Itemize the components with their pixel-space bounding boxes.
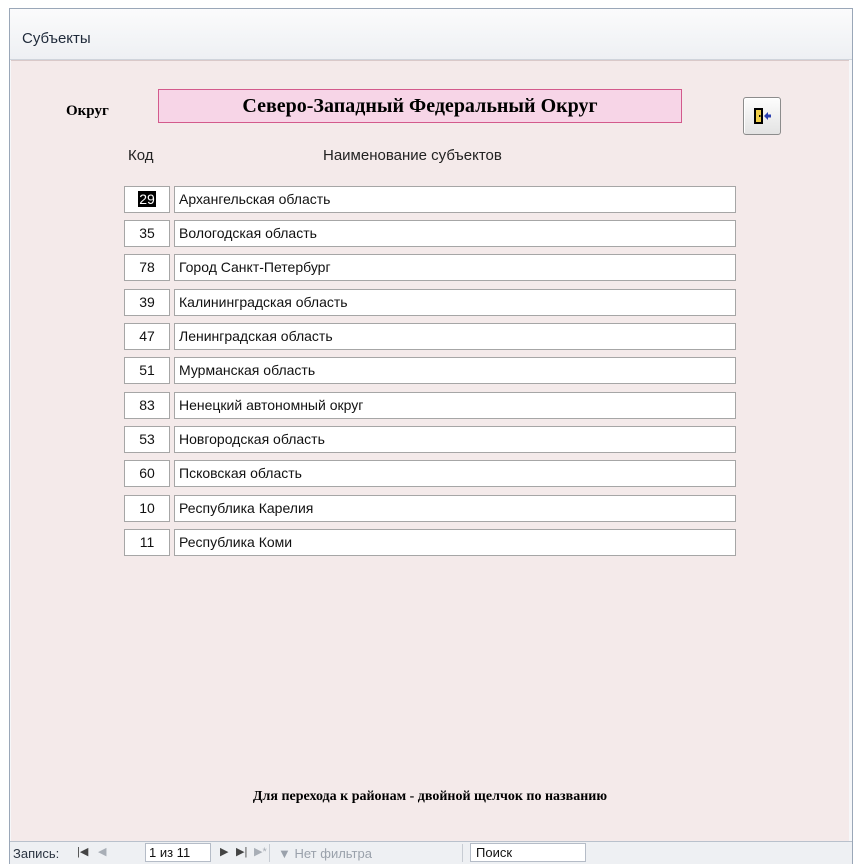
subject-name-field[interactable]: Республика Карелия xyxy=(174,495,736,522)
subject-name-field[interactable]: Псковская область xyxy=(174,460,736,487)
filter-icon: ▼ xyxy=(278,846,291,861)
record-navigation-bar: Запись: |◀ ◀ 1 из 11 ▶ ▶| ▶* ▼ Нет фильт… xyxy=(10,841,852,864)
window-title: Субъекты xyxy=(22,30,91,47)
record-position-field[interactable]: 1 из 11 xyxy=(145,843,211,862)
table-row: 78 Город Санкт-Петербург xyxy=(124,254,736,281)
hint-text: Для перехода к районам - двойной щелчок … xyxy=(252,789,608,804)
code-field[interactable]: 29 xyxy=(124,186,170,213)
divider xyxy=(462,844,463,862)
table-row: 10 Республика Карелия xyxy=(124,495,736,522)
form-body: Округ Северо-Западный Федеральный Округ … xyxy=(11,60,849,841)
code-field[interactable]: 53 xyxy=(124,426,170,453)
subject-name-field[interactable]: Архангельская область xyxy=(174,186,736,213)
table-row: 39 Калининградская область xyxy=(124,289,736,316)
exit-door-icon xyxy=(754,108,771,124)
code-field[interactable]: 11 xyxy=(124,529,170,556)
filter-status[interactable]: ▼ Нет фильтра xyxy=(278,846,372,861)
subject-name-field[interactable]: Ленинградская область xyxy=(174,323,736,350)
column-header-code: Код xyxy=(128,147,154,164)
subject-name-field[interactable]: Город Санкт-Петербург xyxy=(174,254,736,281)
next-record-icon[interactable]: ▶ xyxy=(220,845,228,858)
district-name-field[interactable]: Северо-Западный Федеральный Округ xyxy=(158,89,682,123)
record-label: Запись: xyxy=(13,846,60,861)
table-row: 53 Новгородская область xyxy=(124,426,736,453)
subject-name-field[interactable]: Вологодская область xyxy=(174,220,736,247)
search-input[interactable]: Поиск xyxy=(470,843,586,862)
exit-button[interactable] xyxy=(743,97,781,135)
previous-record-icon[interactable]: ◀ xyxy=(98,845,106,858)
subject-name-field[interactable]: Калининградская область xyxy=(174,289,736,316)
code-field[interactable]: 47 xyxy=(124,323,170,350)
new-record-icon[interactable]: ▶* xyxy=(254,845,267,858)
table-row: 60 Псковская область xyxy=(124,460,736,487)
district-label: Округ xyxy=(66,103,109,119)
code-field[interactable]: 78 xyxy=(124,254,170,281)
table-row: 29 Архангельская область xyxy=(124,186,736,213)
table-row: 47 Ленинградская область xyxy=(124,323,736,350)
code-field[interactable]: 51 xyxy=(124,357,170,384)
subject-name-field[interactable]: Новгородская область xyxy=(174,426,736,453)
divider xyxy=(269,844,270,862)
code-field[interactable]: 83 xyxy=(124,392,170,419)
code-field[interactable]: 60 xyxy=(124,460,170,487)
form-window: Субъекты Округ Северо-Западный Федеральн… xyxy=(9,8,853,864)
column-header-name: Наименование субъектов xyxy=(323,147,502,164)
table-row: 83 Ненецкий автономный округ xyxy=(124,392,736,419)
last-record-icon[interactable]: ▶| xyxy=(236,845,247,858)
code-field[interactable]: 10 xyxy=(124,495,170,522)
code-field[interactable]: 39 xyxy=(124,289,170,316)
filter-label: Нет фильтра xyxy=(294,846,372,861)
table-row: 11 Республика Коми xyxy=(124,529,736,556)
table-row: 51 Мурманская область xyxy=(124,357,736,384)
table-row: 35 Вологодская область xyxy=(124,220,736,247)
code-field[interactable]: 35 xyxy=(124,220,170,247)
subject-name-field[interactable]: Мурманская область xyxy=(174,357,736,384)
subject-name-field[interactable]: Республика Коми xyxy=(174,529,736,556)
form-tab[interactable]: Субъекты xyxy=(10,9,852,60)
subject-name-field[interactable]: Ненецкий автономный округ xyxy=(174,392,736,419)
first-record-icon[interactable]: |◀ xyxy=(77,845,88,858)
